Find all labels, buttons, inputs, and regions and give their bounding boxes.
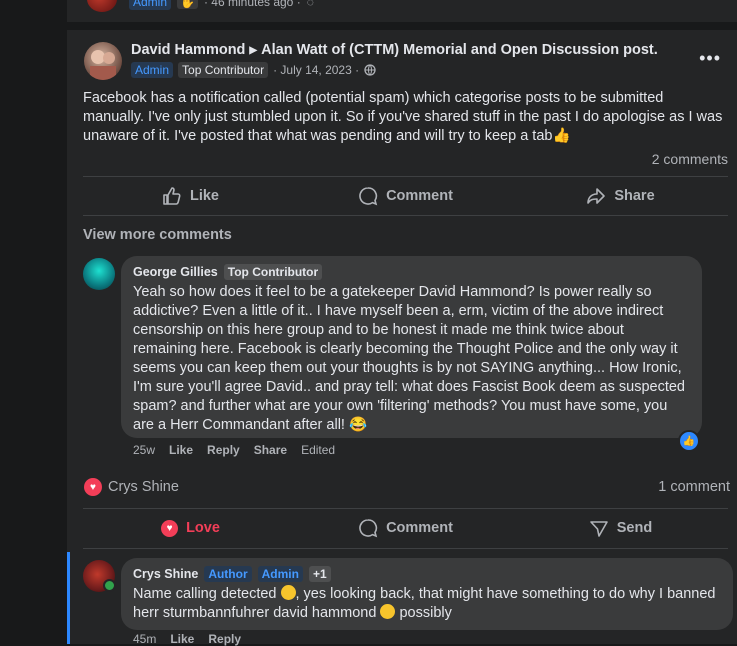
post-date[interactable]: · July 14, 2023 · bbox=[273, 63, 359, 77]
thumbs-up-icon bbox=[163, 187, 181, 205]
love-icon: ♥ bbox=[161, 519, 179, 537]
post-card-2: ♥ Crys Shine 1 comment ♥ Love Comment Se… bbox=[67, 464, 737, 646]
globe-icon bbox=[364, 64, 376, 76]
admin-badge[interactable]: Admin bbox=[131, 62, 174, 78]
caret-right-icon: ▶ bbox=[249, 44, 258, 56]
like-button[interactable]: Like bbox=[83, 178, 298, 214]
top-contributor-badge[interactable]: Top Contributor bbox=[178, 62, 269, 78]
author-badge[interactable]: Author bbox=[204, 566, 252, 582]
more-options-icon[interactable]: ••• bbox=[699, 48, 721, 69]
admin-badge[interactable]: Admin bbox=[257, 566, 303, 582]
comment-author[interactable]: Crys Shine bbox=[133, 567, 198, 581]
reactor-name: Crys Shine bbox=[108, 479, 179, 495]
comment-label: Comment bbox=[386, 520, 453, 536]
author-avatar[interactable] bbox=[84, 42, 122, 80]
comment-count[interactable]: 2 comments bbox=[652, 151, 728, 167]
post-actions: ♥ Love Comment Send bbox=[83, 510, 728, 546]
like-reaction-icon[interactable]: 👍 bbox=[678, 430, 700, 452]
left-sidebar bbox=[0, 0, 67, 644]
divider bbox=[83, 176, 728, 177]
previous-post-fragment: Admin ✋ · 46 minutes ago · ◌ bbox=[67, 0, 737, 22]
timestamp[interactable]: · 46 minutes ago · bbox=[204, 0, 301, 9]
share-button[interactable]: Share bbox=[513, 178, 728, 214]
comment-button[interactable]: Comment bbox=[298, 510, 513, 546]
commenter-avatar[interactable] bbox=[83, 560, 116, 592]
comment-count[interactable]: 1 comment bbox=[658, 479, 730, 495]
comment-text-part: possibly bbox=[395, 605, 452, 621]
comment-meta: 25w Like Reply Share Edited bbox=[133, 443, 335, 457]
online-status-dot bbox=[103, 579, 116, 592]
divider bbox=[83, 548, 728, 549]
like-label: Like bbox=[189, 188, 219, 204]
emoji-icon bbox=[380, 604, 396, 619]
send-button[interactable]: Send bbox=[513, 510, 728, 546]
author-line: David Hammond ▶ Alan Watt of (CTTM) Memo… bbox=[131, 42, 658, 58]
admin-badge[interactable]: Admin bbox=[129, 0, 172, 10]
comment-text-part: Name calling detected bbox=[133, 586, 281, 602]
comment-button[interactable]: Comment bbox=[298, 178, 513, 214]
avatar[interactable] bbox=[87, 0, 117, 12]
more-badges-badge[interactable]: +1 bbox=[308, 566, 331, 582]
post-card: David Hammond ▶ Alan Watt of (CTTM) Memo… bbox=[67, 30, 737, 464]
comment-text: Name calling detected , yes looking back… bbox=[133, 585, 721, 623]
comment-share-link[interactable]: Share bbox=[254, 443, 287, 457]
share-label: Share bbox=[614, 188, 655, 204]
top-contributor-badge[interactable]: Top Contributor bbox=[223, 264, 323, 280]
group-name[interactable]: Alan Watt of (CTTM) Memorial and Open Di… bbox=[261, 42, 658, 58]
divider bbox=[83, 215, 728, 216]
comment-author-line: Crys Shine Author Admin +1 bbox=[133, 566, 721, 582]
love-label: Love bbox=[186, 520, 220, 536]
share-icon bbox=[587, 188, 606, 204]
comment-icon bbox=[359, 187, 378, 206]
comment-time[interactable]: 25w bbox=[133, 443, 155, 457]
comment-author[interactable]: George Gillies bbox=[133, 265, 218, 279]
thread-indicator bbox=[67, 552, 70, 644]
reaction-summary[interactable]: ♥ Crys Shine bbox=[84, 478, 179, 496]
comment-like-link[interactable]: Like bbox=[169, 443, 193, 457]
divider bbox=[83, 508, 728, 509]
globe-icon: ◌ bbox=[306, 0, 314, 9]
comment-text: Yeah so how does it feel to be a gatekee… bbox=[133, 284, 685, 433]
post-body: Facebook has a notification called (pote… bbox=[83, 90, 723, 144]
love-button[interactable]: ♥ Love bbox=[83, 510, 298, 546]
send-icon bbox=[589, 521, 608, 537]
post-actions: Like Comment Share bbox=[83, 178, 728, 214]
post-meta: Admin Top Contributor · July 14, 2023 · bbox=[131, 62, 658, 78]
view-more-comments-link[interactable]: View more comments bbox=[83, 227, 232, 243]
send-label: Send bbox=[616, 520, 653, 536]
edited-label[interactable]: Edited bbox=[301, 443, 335, 457]
previous-post-meta: Admin ✋ · 46 minutes ago · ◌ bbox=[129, 0, 314, 10]
comment-author-line: George Gillies Top Contributor bbox=[133, 264, 690, 280]
comment-bubble: Crys Shine Author Admin +1 Name calling … bbox=[121, 558, 733, 630]
comment-label: Comment bbox=[386, 188, 453, 204]
love-icon: ♥ bbox=[84, 478, 102, 496]
comment-bubble: George Gillies Top Contributor Yeah so h… bbox=[121, 256, 702, 438]
author-name[interactable]: David Hammond bbox=[131, 42, 245, 58]
comment-reply-link[interactable]: Reply bbox=[207, 443, 240, 457]
author-avatar-image bbox=[90, 50, 116, 80]
comment-icon bbox=[359, 519, 378, 538]
commenter-avatar[interactable] bbox=[83, 258, 115, 290]
wave-icon: ✋ bbox=[177, 0, 198, 9]
post-header: David Hammond ▶ Alan Watt of (CTTM) Memo… bbox=[131, 42, 658, 78]
emoji-icon bbox=[280, 585, 296, 600]
